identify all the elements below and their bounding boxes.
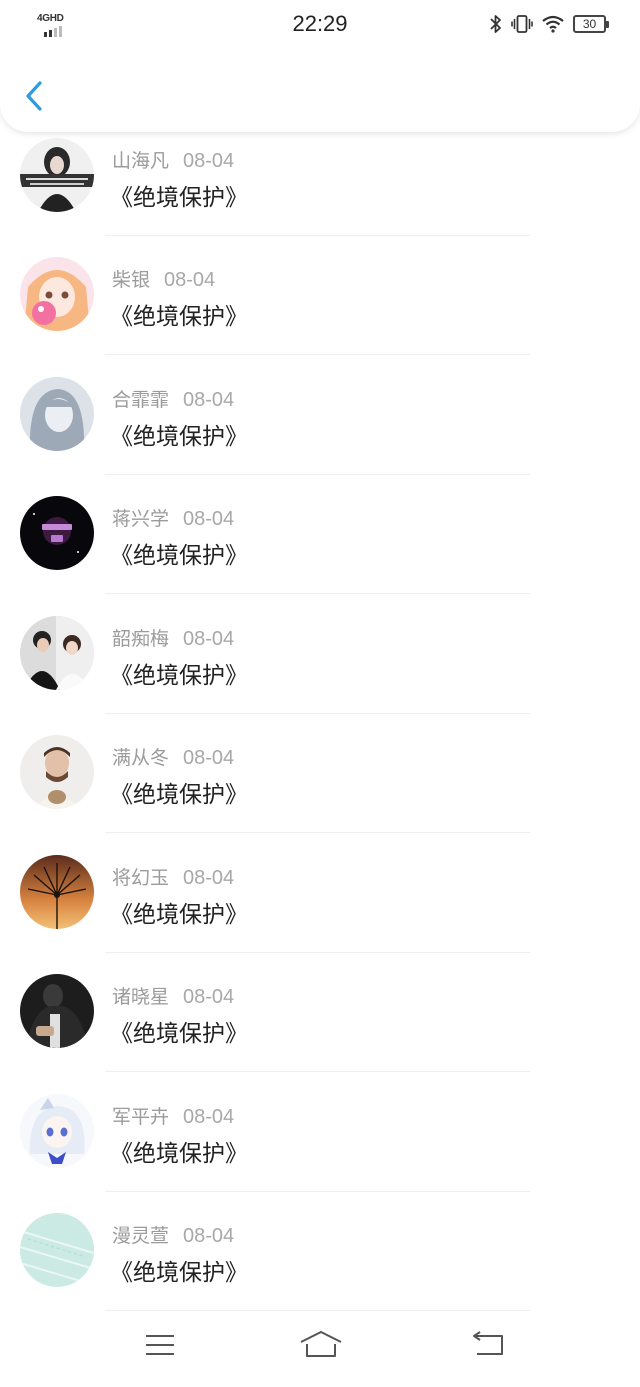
comment-username[interactable]: 军平卉 bbox=[112, 1106, 169, 1128]
home-button[interactable] bbox=[299, 1330, 343, 1364]
comment-date: 08-04 bbox=[183, 627, 235, 650]
back-nav-button[interactable] bbox=[469, 1330, 507, 1364]
avatar[interactable] bbox=[20, 376, 94, 451]
comment-item[interactable]: 蒋兴学 08-04 《绝境保护》 bbox=[0, 478, 640, 598]
wifi-icon bbox=[542, 15, 564, 33]
back-button[interactable] bbox=[18, 76, 54, 116]
comment-meta: 漫灵萱 08-04 bbox=[112, 1221, 234, 1248]
comment-meta: 将幻玉 08-04 bbox=[112, 863, 234, 890]
comment-meta: 柴银 08-04 bbox=[112, 265, 215, 292]
comment-item[interactable]: 诸晓星 08-04 《绝境保护》 bbox=[0, 956, 640, 1076]
avatar[interactable] bbox=[20, 257, 94, 331]
avatar[interactable] bbox=[20, 974, 94, 1048]
divider bbox=[105, 235, 530, 236]
comment-date: 08-04 bbox=[183, 508, 235, 530]
bluetooth-icon bbox=[490, 15, 501, 33]
bottom-nav bbox=[0, 1312, 640, 1387]
comment-date: 08-04 bbox=[164, 269, 216, 291]
menu-button[interactable] bbox=[143, 1330, 177, 1364]
comment-text: 《绝境保护》 bbox=[110, 423, 248, 450]
comment-date: 08-04 bbox=[183, 747, 235, 769]
comment-text: 《绝境保护》 bbox=[110, 662, 248, 689]
comment-item[interactable]: 合霏霏 08-04 《绝境保护》 bbox=[0, 359, 640, 479]
comment-item[interactable]: 满从冬 08-04 《绝境保护》 bbox=[0, 717, 640, 837]
comment-list: 山海凡 08-04 《绝境保护》 柴银 08-04 《绝境保护》 合霏霏 08-04 《绝境保护… bbox=[0, 130, 640, 1315]
battery-icon: 30 bbox=[573, 15, 609, 33]
comment-username[interactable]: 蒋兴学 bbox=[112, 508, 169, 530]
avatar[interactable] bbox=[20, 138, 94, 212]
comment-meta: 军平卉 08-04 bbox=[112, 1102, 234, 1129]
comment-text: 《绝境保护》 bbox=[110, 1140, 248, 1167]
comment-item[interactable]: 军平卉 08-04 《绝境保护》 bbox=[0, 1076, 640, 1196]
comment-username[interactable]: 合霏霏 bbox=[112, 389, 169, 411]
comment-text: 《绝境保护》 bbox=[110, 185, 248, 211]
comment-text: 《绝境保护》 bbox=[110, 304, 248, 330]
vibrate-icon bbox=[511, 15, 533, 33]
comment-text: 《绝境保护》 bbox=[110, 543, 248, 569]
avatar[interactable] bbox=[20, 735, 94, 809]
comment-text: 《绝境保护》 bbox=[110, 901, 248, 928]
menu-icon bbox=[146, 1335, 174, 1355]
comment-meta: 山海凡 08-04 bbox=[112, 146, 234, 173]
home-icon bbox=[300, 1331, 342, 1357]
divider bbox=[105, 951, 530, 953]
comment-username[interactable]: 诸晓星 bbox=[112, 986, 169, 1008]
comment-username[interactable]: 山海凡 bbox=[112, 150, 169, 172]
divider bbox=[105, 712, 530, 714]
avatar[interactable] bbox=[20, 615, 94, 690]
divider bbox=[105, 1190, 530, 1192]
comment-date: 08-04 bbox=[183, 150, 235, 172]
divider bbox=[105, 1310, 530, 1311]
comment-item[interactable]: 柴银 08-04 《绝境保护》 bbox=[0, 239, 640, 359]
comment-username[interactable]: 满从冬 bbox=[112, 747, 169, 769]
comment-date: 08-04 bbox=[183, 388, 235, 411]
divider bbox=[105, 354, 530, 355]
comment-meta: 蒋兴学 08-04 bbox=[112, 504, 234, 531]
comment-text: 《绝境保护》 bbox=[110, 1021, 248, 1047]
comment-username[interactable]: 韶痴梅 bbox=[112, 628, 169, 650]
comment-item[interactable]: 漫灵萱 08-04 《绝境保护》 bbox=[0, 1195, 640, 1315]
comment-date: 08-04 bbox=[183, 986, 235, 1008]
avatar[interactable] bbox=[20, 496, 94, 570]
comment-username[interactable]: 柴银 bbox=[112, 269, 150, 291]
comment-text: 《绝境保护》 bbox=[110, 1260, 248, 1286]
comment-username[interactable]: 漫灵萱 bbox=[112, 1225, 169, 1247]
divider bbox=[105, 1071, 530, 1072]
comment-meta: 合霏霏 08-04 bbox=[112, 385, 234, 412]
chevron-left-icon bbox=[26, 81, 42, 111]
comment-text: 《绝境保护》 bbox=[110, 782, 248, 808]
divider bbox=[105, 473, 530, 475]
comment-meta: 满从冬 08-04 bbox=[112, 743, 234, 770]
nav-header bbox=[0, 52, 640, 132]
comment-date: 08-04 bbox=[183, 866, 235, 889]
comment-item[interactable]: 将幻玉 08-04 《绝境保护》 bbox=[0, 837, 640, 957]
status-bar: 4GHD 22:29 30 bbox=[0, 0, 640, 52]
comment-date: 08-04 bbox=[183, 1105, 235, 1128]
divider bbox=[105, 593, 530, 594]
divider bbox=[105, 832, 530, 833]
comment-item[interactable]: 韶痴梅 08-04 《绝境保护》 bbox=[0, 598, 640, 718]
comment-meta: 诸晓星 08-04 bbox=[112, 982, 234, 1009]
comment-meta: 韶痴梅 08-04 bbox=[112, 624, 234, 651]
avatar[interactable] bbox=[20, 1213, 94, 1287]
battery-level: 30 bbox=[582, 17, 597, 31]
avatar[interactable] bbox=[20, 854, 94, 929]
status-icons: 30 bbox=[490, 14, 609, 34]
avatar[interactable] bbox=[20, 1093, 94, 1168]
comment-date: 08-04 bbox=[183, 1225, 235, 1247]
comment-username[interactable]: 将幻玉 bbox=[112, 867, 169, 889]
back-icon bbox=[473, 1331, 503, 1355]
comment-item[interactable]: 山海凡 08-04 《绝境保护》 bbox=[0, 130, 640, 239]
